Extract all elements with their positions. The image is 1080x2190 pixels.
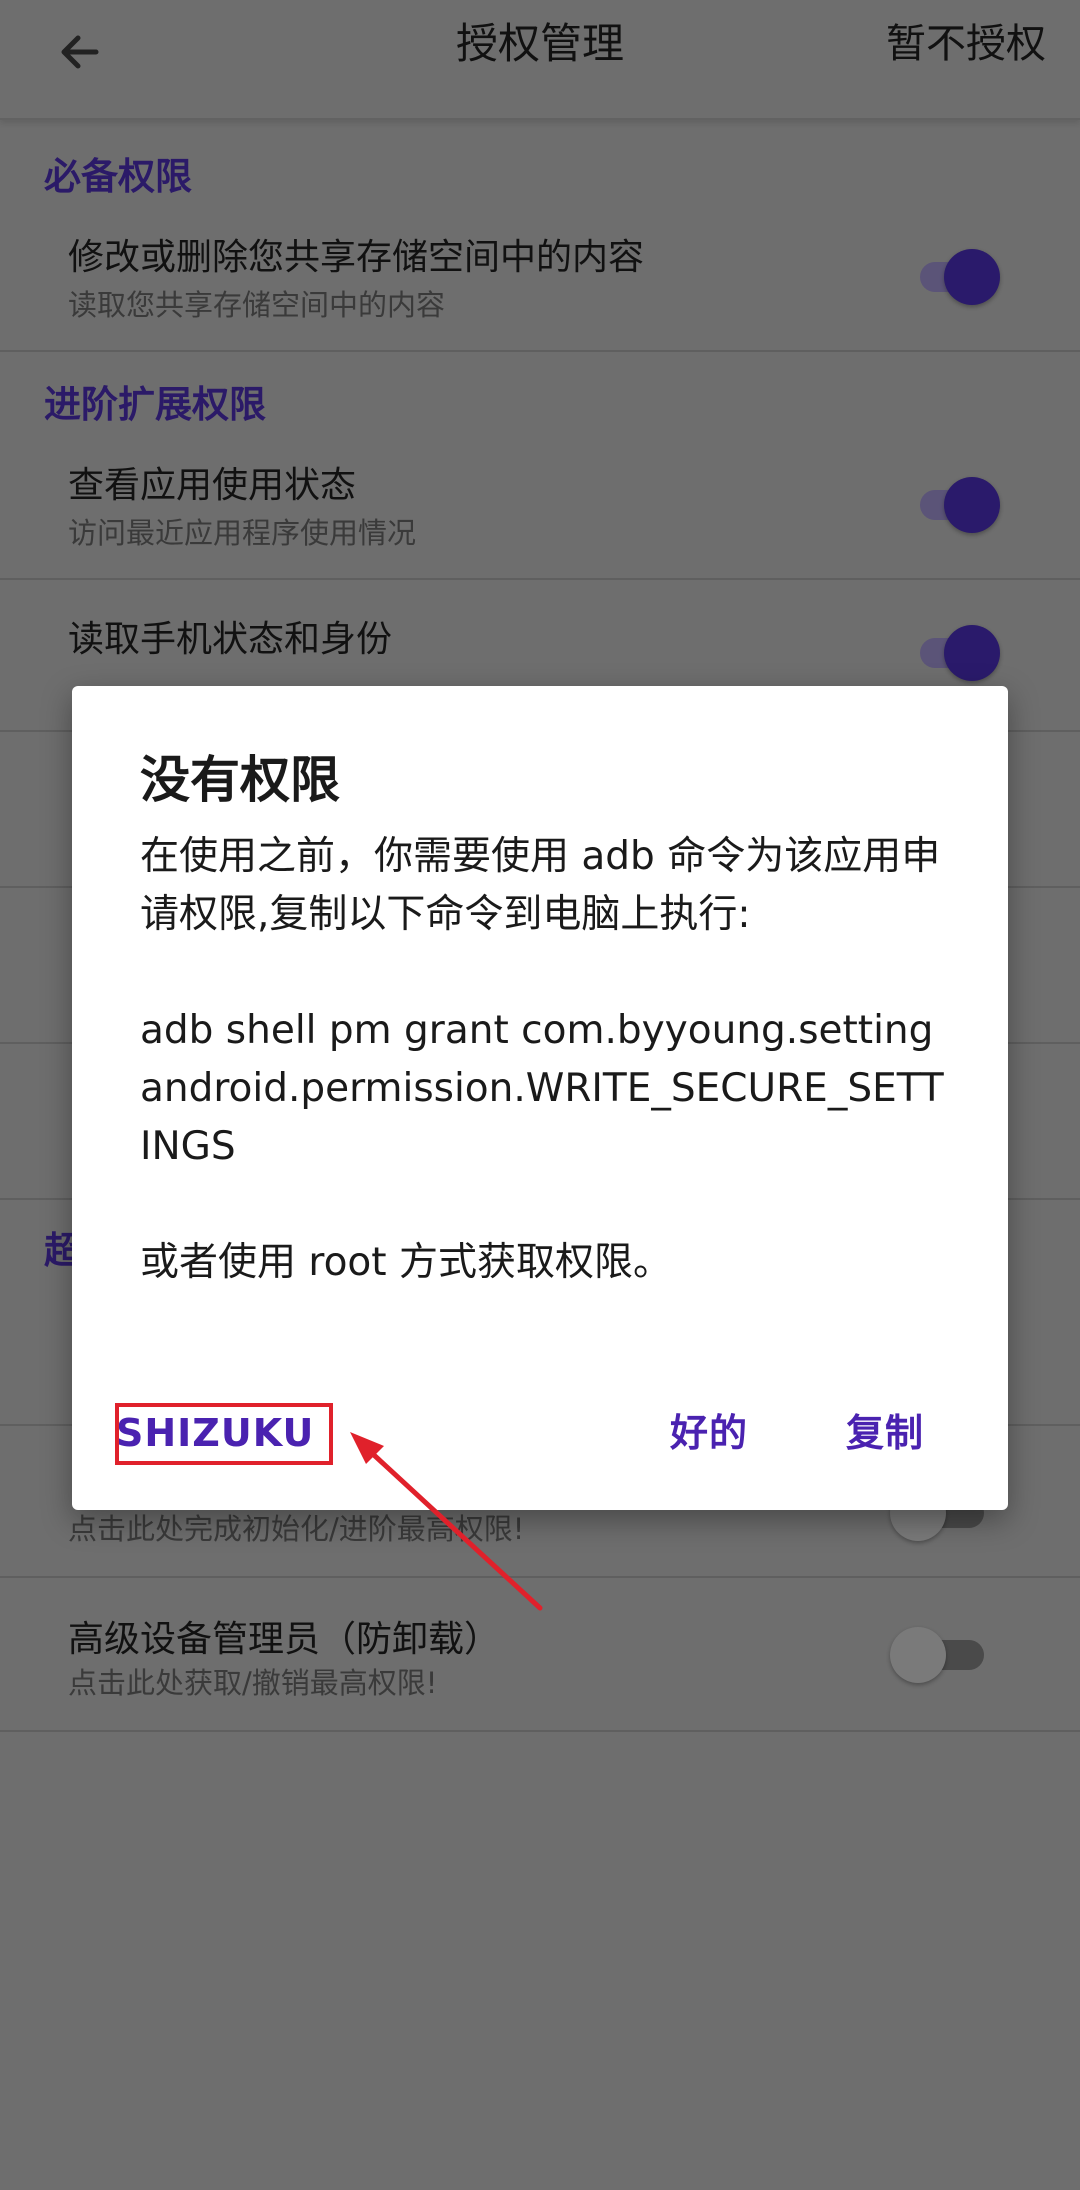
screen: 授权管理 暂不授权 必备权限 修改或删除您共享存储空间中的内容 读取您共享存储空… [0, 0, 1080, 2190]
annotation-arrow-icon [350, 1432, 543, 1611]
